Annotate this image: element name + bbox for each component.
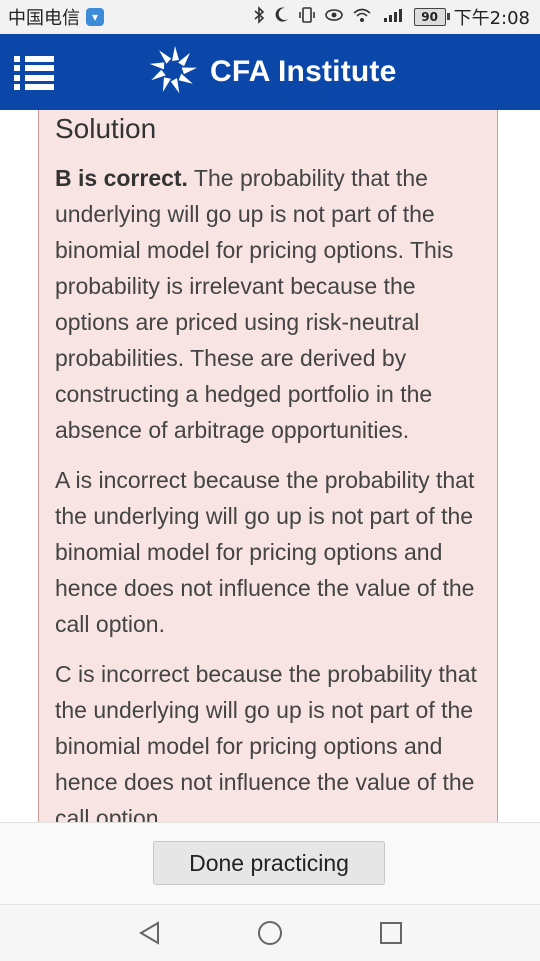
status-right: 90 下午2:08 bbox=[252, 4, 540, 30]
carrier-label: 中国电信 bbox=[8, 8, 80, 29]
wifi-icon bbox=[352, 6, 372, 29]
eye-comfort-icon bbox=[324, 6, 344, 29]
solution-paragraph-b: B is correct. The probability that the u… bbox=[55, 160, 479, 448]
solution-title: Solution bbox=[55, 113, 157, 144]
correct-answer-explanation: The probability that the underlying will… bbox=[55, 165, 454, 443]
navigation-bar bbox=[0, 904, 540, 961]
footer: Done practicing bbox=[0, 822, 540, 905]
solution-paragraph-c: C is incorrect because the probability t… bbox=[55, 661, 477, 822]
cfa-logo-icon bbox=[146, 43, 200, 102]
brand: CFA Institute bbox=[146, 45, 397, 98]
status-bar: 中国电信 ▾ 90 下午2:08 bbox=[0, 0, 540, 34]
back-icon[interactable] bbox=[136, 919, 164, 947]
battery-indicator: 90 bbox=[413, 8, 450, 26]
status-left: 中国电信 ▾ bbox=[0, 4, 104, 30]
app-header: CFA Institute bbox=[0, 34, 540, 110]
vibrate-icon bbox=[298, 6, 316, 29]
content-area[interactable]: Solution B is correct. The probability t… bbox=[0, 110, 540, 822]
home-icon[interactable] bbox=[256, 919, 284, 947]
do-not-disturb-moon-icon bbox=[274, 6, 290, 29]
solution-paragraph-a: A is incorrect because the probability t… bbox=[55, 467, 475, 637]
carrier-app-icon: ▾ bbox=[86, 8, 104, 26]
bluetooth-icon bbox=[252, 5, 266, 29]
solution-panel: Solution B is correct. The probability t… bbox=[38, 110, 498, 822]
clock: 下午2:08 bbox=[453, 8, 530, 29]
recents-icon[interactable] bbox=[377, 919, 405, 947]
brand-title: CFA Institute bbox=[210, 55, 397, 88]
done-practicing-button[interactable]: Done practicing bbox=[153, 841, 385, 885]
menu-icon[interactable] bbox=[14, 56, 54, 90]
cellular-signal-icon bbox=[380, 6, 406, 29]
correct-answer-label: B is correct. bbox=[55, 165, 188, 191]
